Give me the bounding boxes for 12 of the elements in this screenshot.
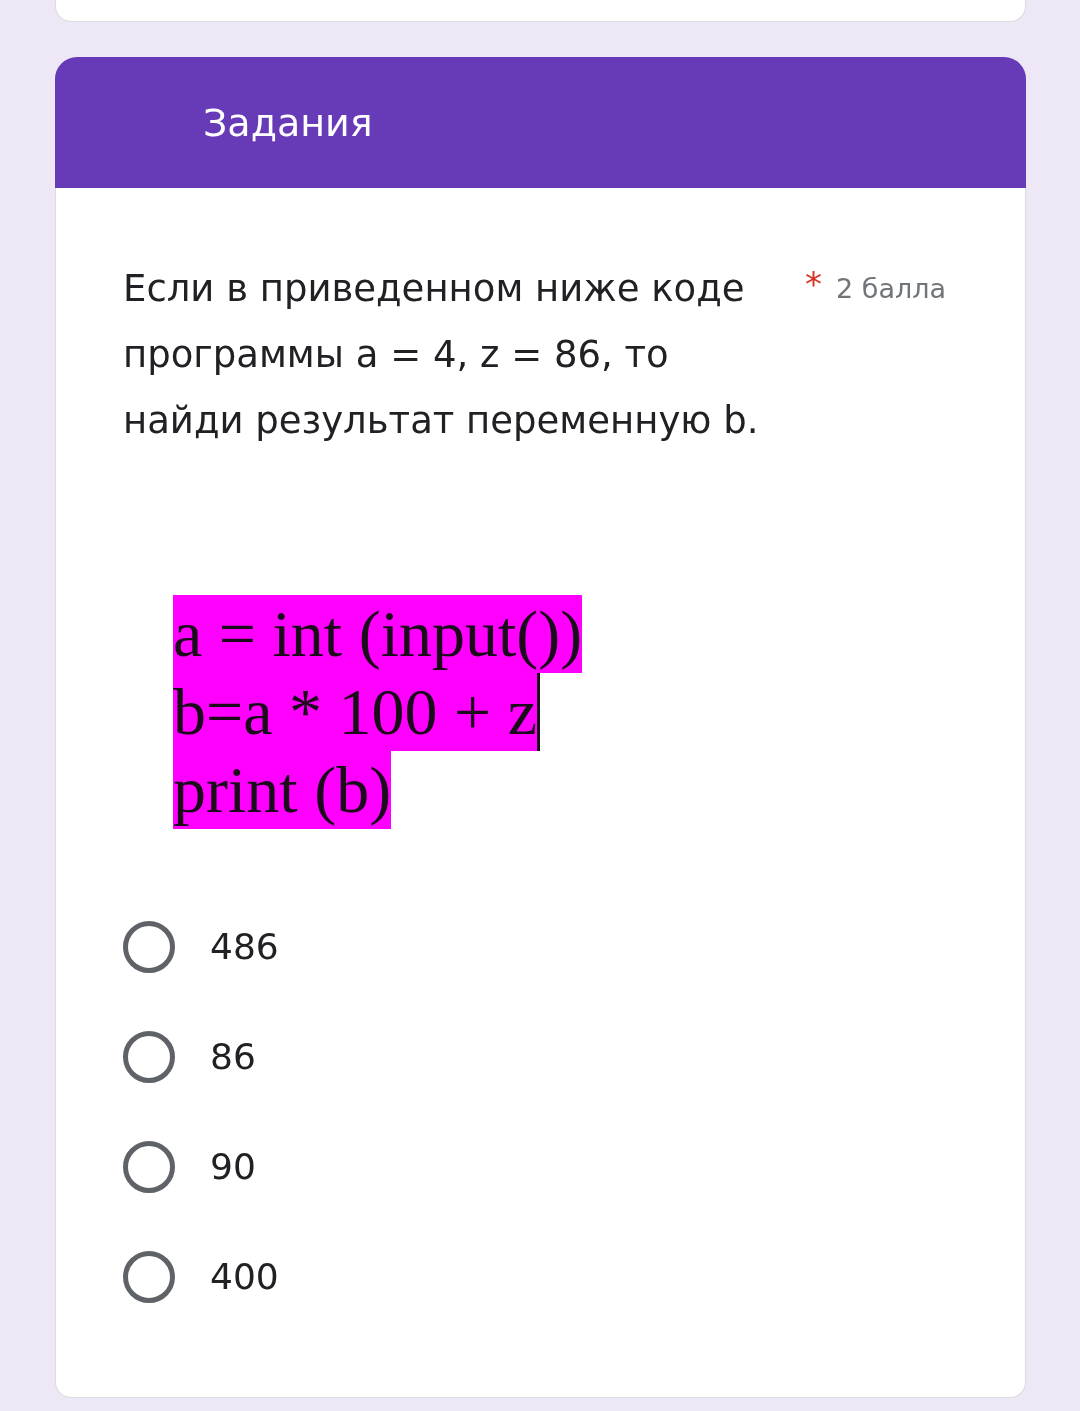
option-label[interactable]: 86	[210, 1035, 256, 1079]
required-asterisk: *	[805, 264, 822, 304]
radio-button[interactable]	[123, 1031, 175, 1083]
question-text: Если в приведенном ниже коде программы a = 4, z = 86, то найди результат переменную b.	[123, 266, 760, 444]
option-label[interactable]: 90	[210, 1145, 256, 1189]
section-title: Задания	[203, 99, 373, 146]
radio-button[interactable]	[123, 921, 175, 973]
radio-button[interactable]	[123, 1141, 175, 1193]
radio-button[interactable]	[123, 1251, 175, 1303]
option-label[interactable]: 400	[210, 1255, 279, 1299]
option-label[interactable]: 486	[210, 925, 279, 969]
points-label: 2 балла	[836, 272, 947, 306]
